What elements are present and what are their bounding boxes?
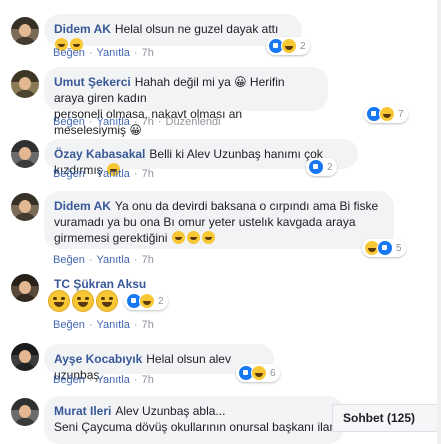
avatar-shirt bbox=[14, 90, 36, 98]
reactions-summary[interactable]: 7 bbox=[364, 105, 408, 123]
avatar[interactable] bbox=[11, 140, 39, 168]
comment-author[interactable]: Murat Ileri bbox=[54, 404, 111, 418]
comment-bubble: Murat Ileri Alev Uzunbaş abla... Seni Çay… bbox=[44, 396, 344, 444]
avatar[interactable] bbox=[11, 343, 39, 371]
comment-author[interactable]: Umut Şekerci bbox=[54, 75, 131, 89]
comment-author[interactable]: TC Şükran Aksu bbox=[54, 277, 146, 291]
avatar-face bbox=[19, 147, 31, 160]
reaction-count: 5 bbox=[396, 242, 402, 254]
timestamp[interactable]: 7h bbox=[142, 254, 154, 266]
chat-label[interactable]: Sohbet (125) bbox=[343, 411, 415, 425]
timestamp[interactable]: 7h bbox=[142, 319, 154, 331]
comment-actions: Beğen · Yanıtla · 7h bbox=[53, 168, 154, 180]
edited-label[interactable]: Düzenlendi bbox=[166, 116, 221, 128]
haha-emoji-icon bbox=[171, 231, 185, 244]
avatar[interactable] bbox=[11, 70, 39, 98]
haha-reaction-icon bbox=[379, 106, 395, 122]
comment-text-line: girmemesi gerektiğini bbox=[54, 231, 168, 245]
comment-text-line: vuramadı ya bu ona Bı omur yeter ustelık… bbox=[54, 215, 356, 229]
reactions-summary[interactable]: 2 bbox=[306, 158, 337, 176]
like-link[interactable]: Beğen bbox=[53, 319, 85, 331]
emoji-row: 2 bbox=[48, 290, 168, 312]
haha-emoji-icon bbox=[72, 290, 94, 312]
avatar-shirt bbox=[14, 363, 36, 371]
comment-text: Helal olsun ne guzel dayak attı bbox=[114, 22, 279, 36]
reply-link[interactable]: Yanıtla bbox=[96, 168, 129, 180]
chat-bar[interactable]: Sohbet (125) bbox=[332, 404, 441, 432]
comment-actions: Beğen · Yanıtla · 7h bbox=[53, 254, 154, 266]
reply-link[interactable]: Yanıtla bbox=[96, 47, 129, 59]
comment-actions: Beğen · Yanıtla · 7h · Düzenlendi bbox=[53, 116, 221, 128]
avatar-face bbox=[19, 200, 31, 213]
avatar[interactable] bbox=[11, 17, 39, 45]
timestamp[interactable]: 7h bbox=[142, 374, 154, 386]
haha-reaction-icon bbox=[281, 38, 297, 54]
reply-link[interactable]: Yanıtla bbox=[96, 254, 129, 266]
haha-emoji-icon bbox=[48, 290, 70, 312]
avatar[interactable] bbox=[11, 274, 39, 302]
avatar-face bbox=[19, 405, 31, 418]
avatar-shirt bbox=[14, 213, 36, 221]
reaction-count: 2 bbox=[158, 295, 164, 307]
timestamp[interactable]: 7h bbox=[142, 116, 154, 128]
comment-text-line: Seni Çaycuma dövüş okullarının onursal b… bbox=[54, 420, 344, 434]
like-reaction-icon bbox=[308, 159, 324, 175]
comment-actions: Beğen · Yanıtla · 7h bbox=[53, 47, 154, 59]
scrollbar[interactable] bbox=[437, 0, 441, 444]
reaction-count: 6 bbox=[270, 367, 276, 379]
comment-bubble: TC Şükran Aksu bbox=[44, 269, 244, 291]
haha-emoji-icon bbox=[201, 231, 215, 244]
reply-link[interactable]: Yanıtla bbox=[96, 116, 129, 128]
comment-bubble: Didem AK Helal olsun ne guzel dayak attı bbox=[44, 14, 302, 51]
avatar-face bbox=[19, 24, 31, 37]
avatar-shirt bbox=[14, 160, 36, 168]
comment-author[interactable]: Didem AK bbox=[54, 199, 111, 213]
avatar-face bbox=[19, 281, 31, 294]
comment-text-line: Ya onu da devirdi baksana o cırpındı ama… bbox=[114, 199, 379, 213]
like-link[interactable]: Beğen bbox=[53, 254, 85, 266]
reactions-summary[interactable]: 6 bbox=[236, 364, 280, 382]
reactions-summary[interactable]: 5 bbox=[362, 239, 406, 257]
like-link[interactable]: Beğen bbox=[53, 47, 85, 59]
comment-bubble: Umut Şekerci Hahah değil mi ya 😀 Herifin … bbox=[44, 67, 328, 137]
reply-link[interactable]: Yanıtla bbox=[96, 319, 129, 331]
comment-bubble: Didem AK Ya onu da devirdi baksana o cırp… bbox=[44, 191, 394, 249]
reaction-count: 2 bbox=[300, 40, 306, 52]
like-link[interactable]: Beğen bbox=[53, 116, 85, 128]
avatar-shirt bbox=[14, 37, 36, 45]
comment-author[interactable]: Didem AK bbox=[54, 22, 111, 36]
reactions-summary[interactable]: 2 bbox=[266, 37, 310, 55]
avatar-shirt bbox=[14, 294, 36, 302]
avatar[interactable] bbox=[11, 398, 39, 426]
like-link[interactable]: Beğen bbox=[53, 168, 85, 180]
timestamp[interactable]: 7h bbox=[142, 168, 154, 180]
avatar-face bbox=[19, 350, 31, 363]
avatar-shirt bbox=[14, 418, 36, 426]
like-reaction-icon bbox=[377, 240, 393, 256]
like-link[interactable]: Beğen bbox=[53, 374, 85, 386]
haha-emoji-icon bbox=[96, 290, 118, 312]
comment-author[interactable]: Özay Kabasakal bbox=[54, 147, 145, 161]
reaction-count: 7 bbox=[398, 108, 404, 120]
timestamp[interactable]: 7h bbox=[142, 47, 154, 59]
avatar[interactable] bbox=[11, 193, 39, 221]
haha-reaction-icon bbox=[139, 293, 155, 309]
comment-actions: Beğen · Yanıtla · 7h bbox=[53, 319, 154, 331]
haha-reaction-icon bbox=[251, 365, 267, 381]
haha-emoji-icon bbox=[186, 231, 200, 244]
comment-actions: Beğen · Yanıtla · 7h bbox=[53, 374, 154, 386]
reaction-count: 2 bbox=[327, 161, 333, 173]
reply-link[interactable]: Yanıtla bbox=[96, 374, 129, 386]
avatar-face bbox=[19, 77, 31, 90]
reactions-summary[interactable]: 2 bbox=[124, 292, 168, 310]
comment-author[interactable]: Ayşe Kocabıyık bbox=[54, 352, 142, 366]
comment-text-line: Alev Uzunbaş abla... bbox=[115, 404, 226, 418]
